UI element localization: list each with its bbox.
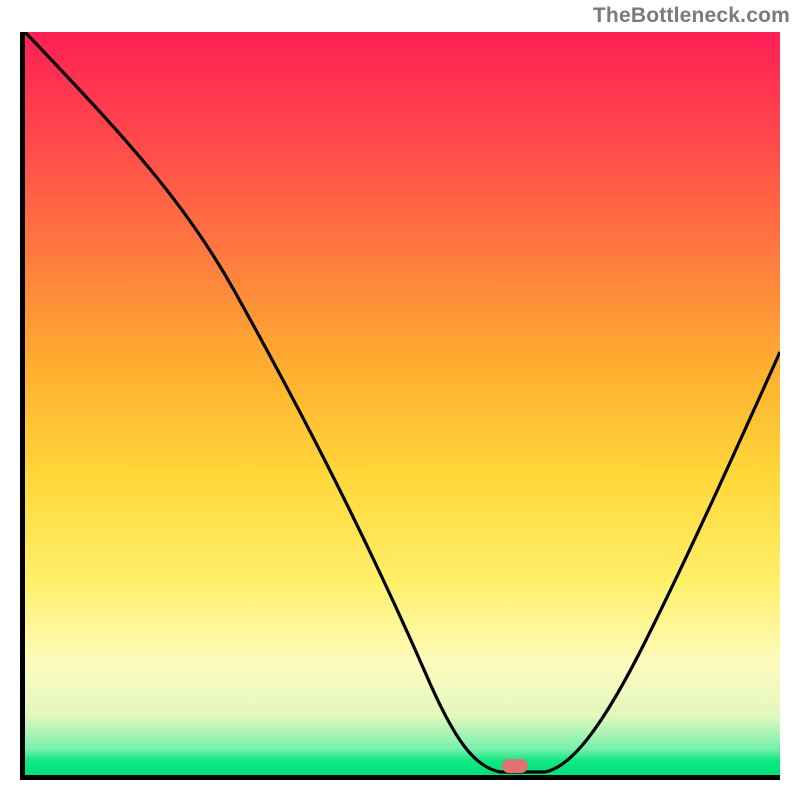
optimal-point-marker	[502, 759, 528, 773]
watermark-text: TheBottleneck.com	[593, 4, 790, 28]
plot-area	[20, 32, 780, 780]
bottleneck-curve	[25, 32, 780, 775]
chart-container: TheBottleneck.com	[0, 0, 800, 800]
